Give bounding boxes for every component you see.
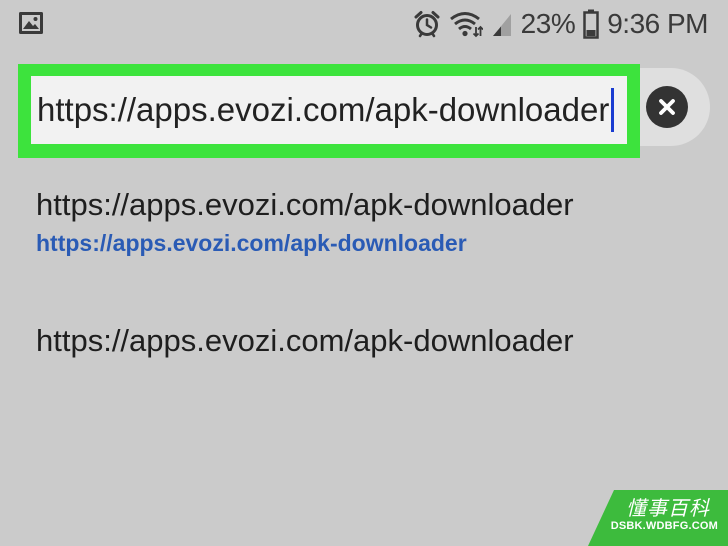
suggestion-item[interactable]: https://apps.evozi.com/apk-downloader ht… [36, 186, 574, 257]
alarm-icon [414, 11, 440, 38]
gallery-icon [19, 12, 43, 34]
signal-icon [492, 14, 511, 36]
url-input-value: https://apps.evozi.com/apk-downloader [37, 91, 610, 128]
battery-percent: 23% [520, 8, 576, 39]
close-icon [659, 99, 675, 115]
battery-icon [583, 9, 599, 39]
wifi-icon [449, 12, 483, 38]
status-indicators: 23% 9:36 PM [413, 6, 708, 42]
text-caret [611, 88, 615, 132]
suggestion-item[interactable]: https://apps.evozi.com/apk-downloader [36, 322, 574, 360]
watermark-subtitle: DSBK.WDBFG.COM [610, 520, 718, 532]
clear-url-button[interactable] [646, 86, 688, 128]
clock: 9:36 PM [607, 8, 708, 39]
status-bar: 23% 9:36 PM [0, 0, 728, 48]
url-input[interactable]: https://apps.evozi.com/apk-downloader [31, 76, 627, 144]
suggestion-url: https://apps.evozi.com/apk-downloader [36, 230, 467, 256]
watermark-title: 懂事百科 [626, 496, 710, 520]
watermark-logo: 懂事百科 DSBK.WDBFG.COM [588, 490, 728, 546]
suggestion-title: https://apps.evozi.com/apk-downloader [36, 187, 574, 222]
suggestion-title: https://apps.evozi.com/apk-downloader [36, 323, 574, 358]
